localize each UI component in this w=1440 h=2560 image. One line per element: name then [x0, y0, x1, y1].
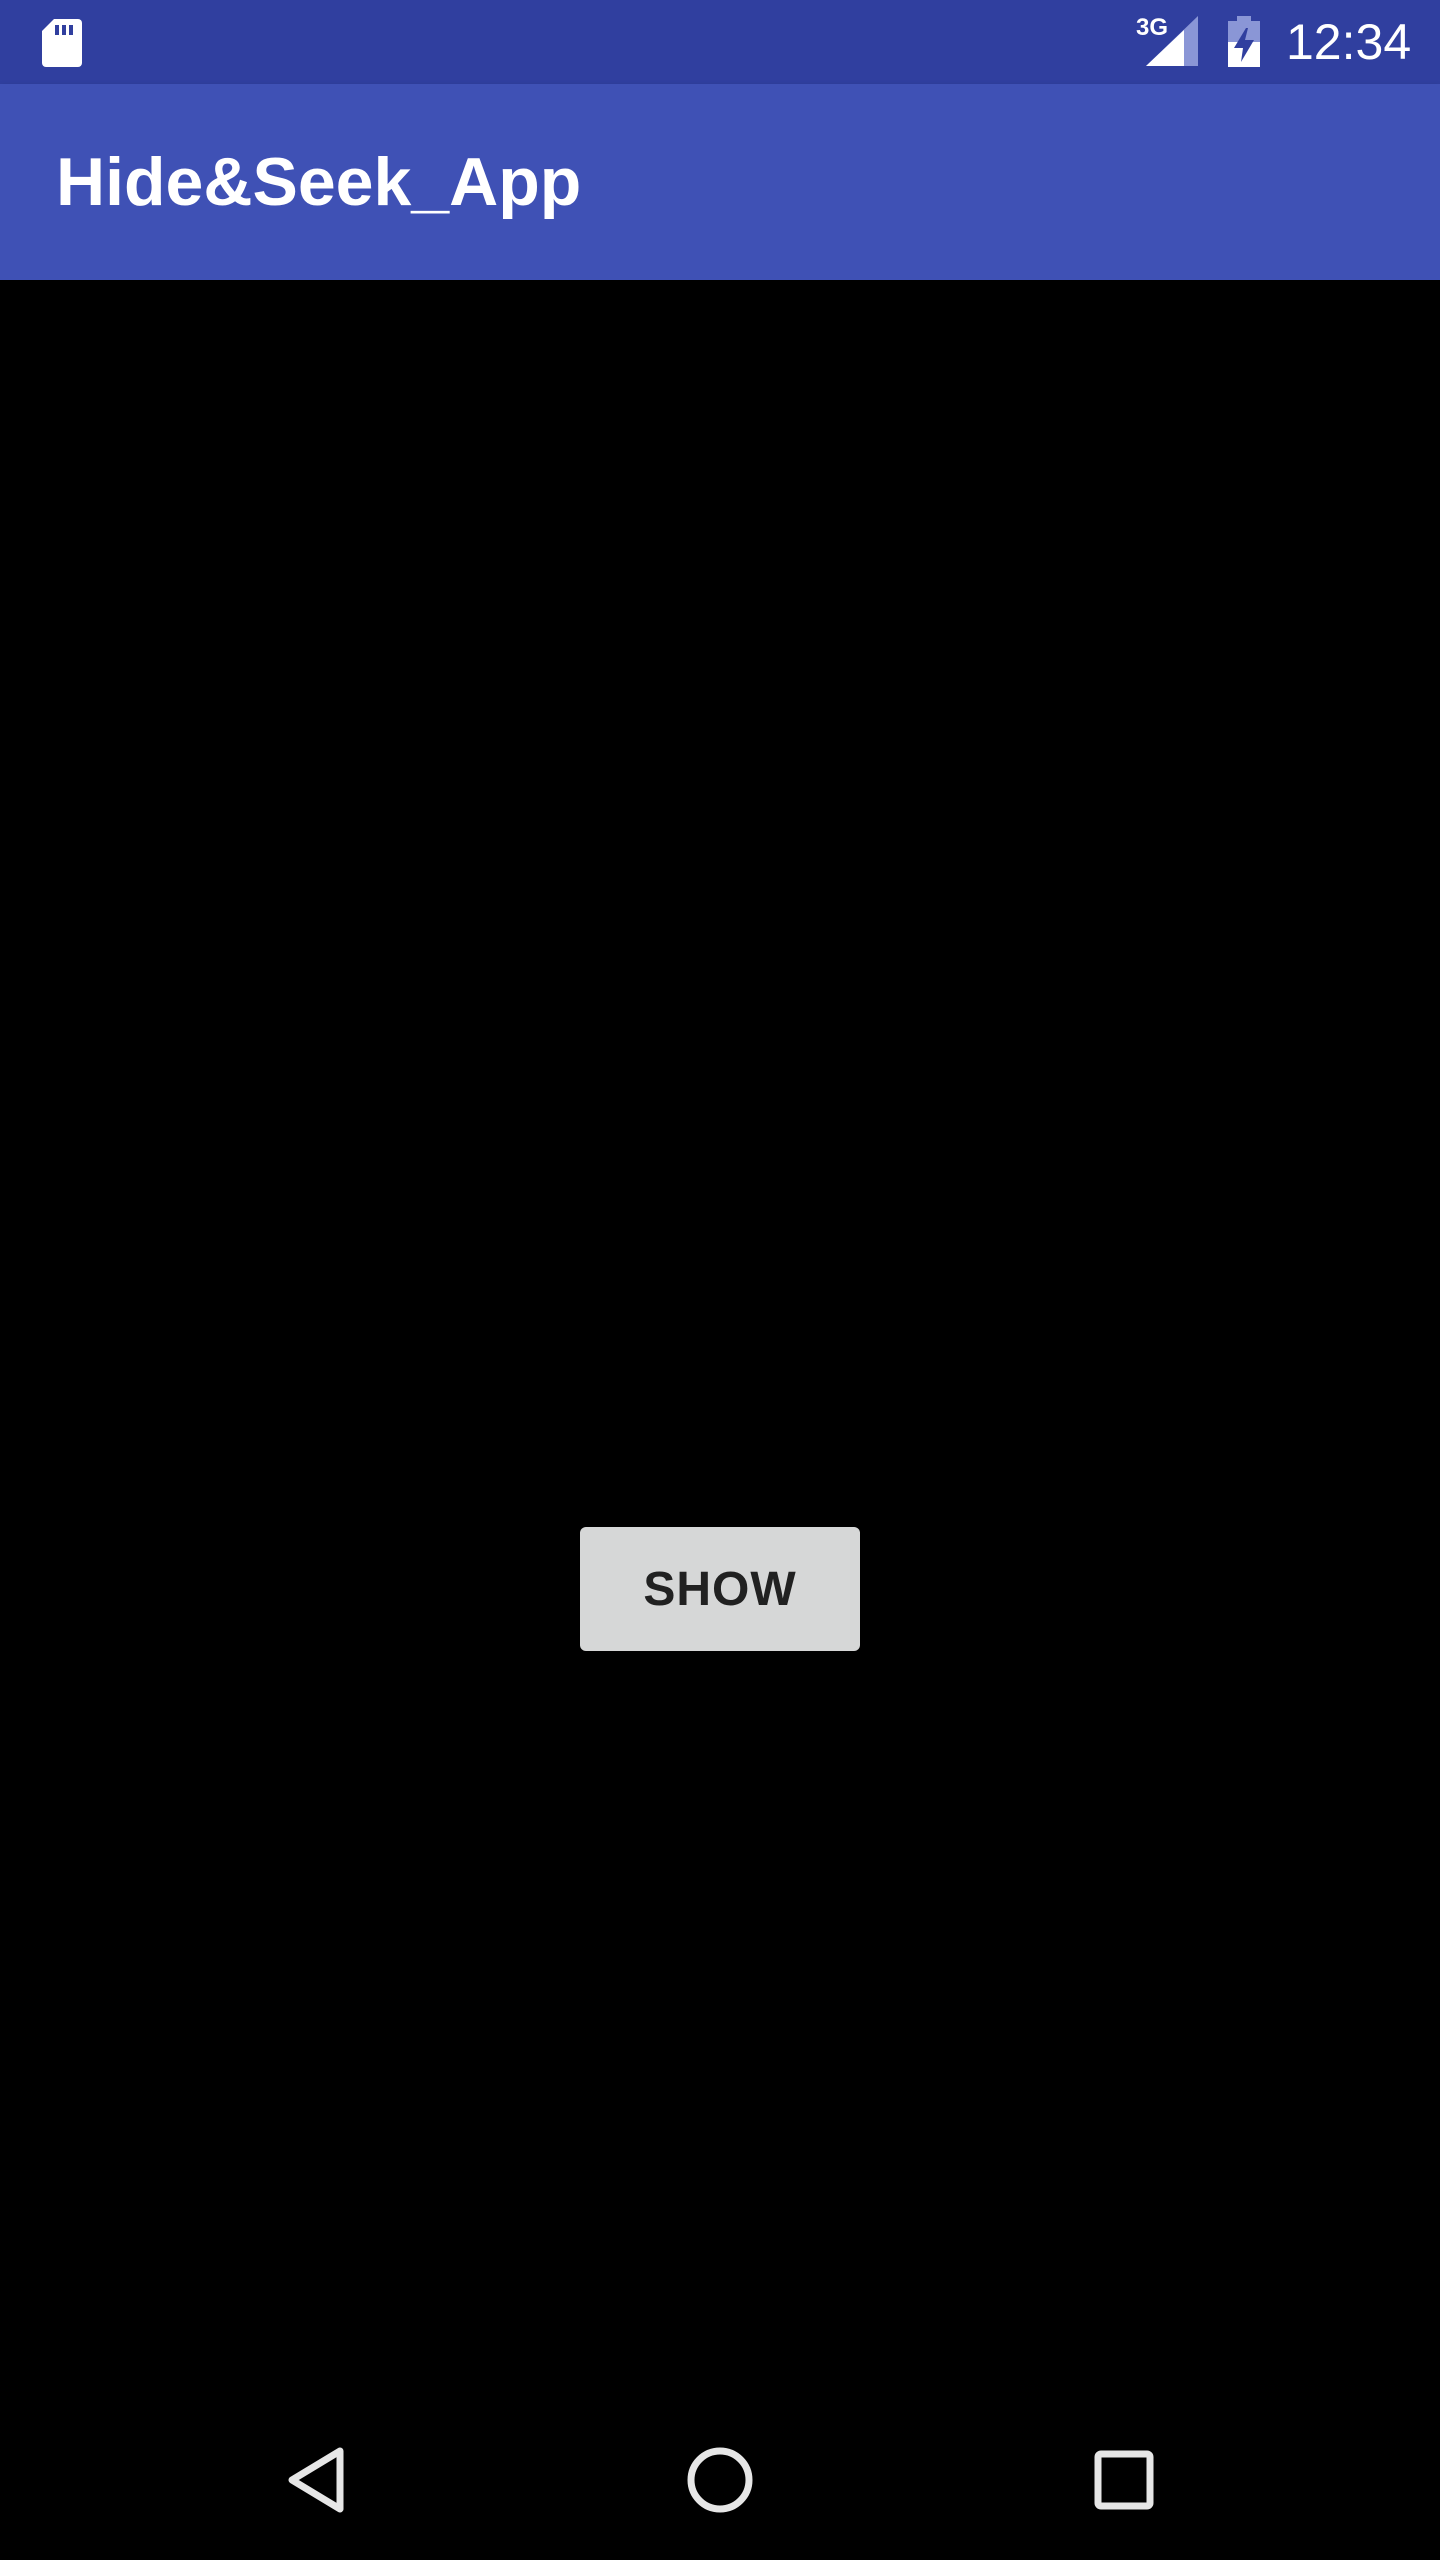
battery-charging-icon — [1228, 16, 1260, 67]
show-button[interactable]: SHOW — [580, 1527, 860, 1651]
status-bar: 3G 12:34 — [0, 0, 1440, 84]
nav-home-button[interactable] — [680, 2440, 760, 2520]
app-screen: 3G 12:34 Hide&Seek_App SHOW — [0, 0, 1440, 2560]
main-content — [0, 280, 1440, 2400]
sd-card-icon — [42, 19, 82, 67]
navigation-bar — [0, 2400, 1440, 2560]
app-toolbar: Hide&Seek_App — [0, 84, 1440, 280]
home-icon — [687, 2447, 753, 2513]
back-icon — [288, 2447, 344, 2513]
status-clock: 12:34 — [1286, 14, 1412, 70]
network-type-label: 3G — [1136, 14, 1169, 41]
nav-recents-button[interactable] — [1084, 2440, 1164, 2520]
app-title: Hide&Seek_App — [56, 144, 582, 220]
recents-icon — [1094, 2450, 1154, 2510]
nav-back-button[interactable] — [276, 2440, 356, 2520]
